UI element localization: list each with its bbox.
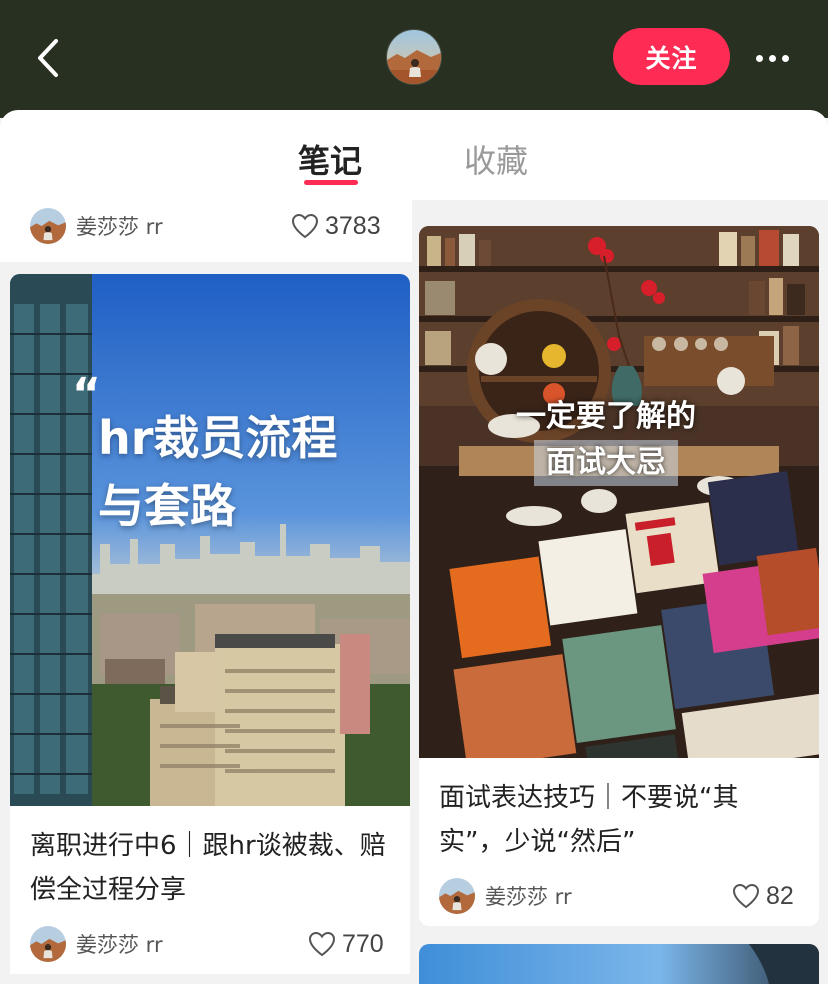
cover-title-line1: 一定要了解的 <box>516 399 696 434</box>
follow-button[interactable]: 关注 <box>613 28 730 85</box>
active-tab-indicator <box>304 180 358 185</box>
like-button[interactable]: 770 <box>308 924 384 964</box>
author-row[interactable]: 姜莎莎 rr <box>30 924 163 964</box>
back-arrow-icon <box>38 39 58 77</box>
top-bar: 关注 <box>0 0 828 118</box>
note-card[interactable]: 姜莎莎 rr 3783 <box>0 200 412 262</box>
profile-avatar[interactable] <box>386 29 442 85</box>
heart-icon <box>308 931 336 957</box>
cover-image <box>419 944 819 984</box>
cover-title-line2: 与套路 <box>98 479 236 533</box>
author-name: 姜莎莎 rr <box>485 885 572 909</box>
cover-title: hr裁员流程 与套路 <box>98 404 337 540</box>
note-card[interactable]: 一定要了解的 面试大忌 面试表达技巧｜不要说“其实”，少说“然后” 姜莎莎 rr… <box>419 226 819 926</box>
note-card[interactable]: “ hr裁员流程 与套路 离职进行中6｜跟hr谈被裁、赔偿全过程分享 姜莎莎 r… <box>10 274 410 974</box>
note-card[interactable] <box>419 944 819 984</box>
cover-image: “ <box>10 274 410 806</box>
tab-notes[interactable]: 笔记 <box>298 136 362 182</box>
cover-title-line2: 面试大忌 <box>534 440 678 486</box>
author-avatar <box>30 208 66 244</box>
tab-bar: 笔记 收藏 <box>0 110 828 200</box>
author-row[interactable]: 姜莎莎 rr <box>439 876 572 916</box>
note-title[interactable]: 面试表达技巧｜不要说“其实”，少说“然后” <box>439 776 799 864</box>
svg-text:“: “ <box>72 369 101 420</box>
like-count: 770 <box>342 929 384 958</box>
author-avatar <box>439 878 475 914</box>
like-count: 82 <box>766 881 794 910</box>
author-name: 姜莎莎 rr <box>76 215 163 239</box>
author-row[interactable]: 姜莎莎 rr <box>30 206 163 246</box>
like-button[interactable]: 3783 <box>291 206 381 246</box>
like-count: 3783 <box>325 211 381 240</box>
note-title[interactable]: 离职进行中6｜跟hr谈被裁、赔偿全过程分享 <box>30 824 396 912</box>
cover-title: 一定要了解的 面试大忌 <box>419 394 819 486</box>
more-options-icon[interactable] <box>750 40 794 76</box>
author-avatar <box>30 926 66 962</box>
heart-icon <box>732 883 760 909</box>
author-name: 姜莎莎 rr <box>76 933 163 957</box>
like-button[interactable]: 82 <box>732 876 794 916</box>
tab-favorites[interactable]: 收藏 <box>464 136 528 182</box>
cover-image <box>419 226 819 758</box>
cover-title-line1: hr裁员流程 <box>98 411 338 465</box>
heart-icon <box>291 213 319 239</box>
back-button[interactable] <box>26 28 70 88</box>
